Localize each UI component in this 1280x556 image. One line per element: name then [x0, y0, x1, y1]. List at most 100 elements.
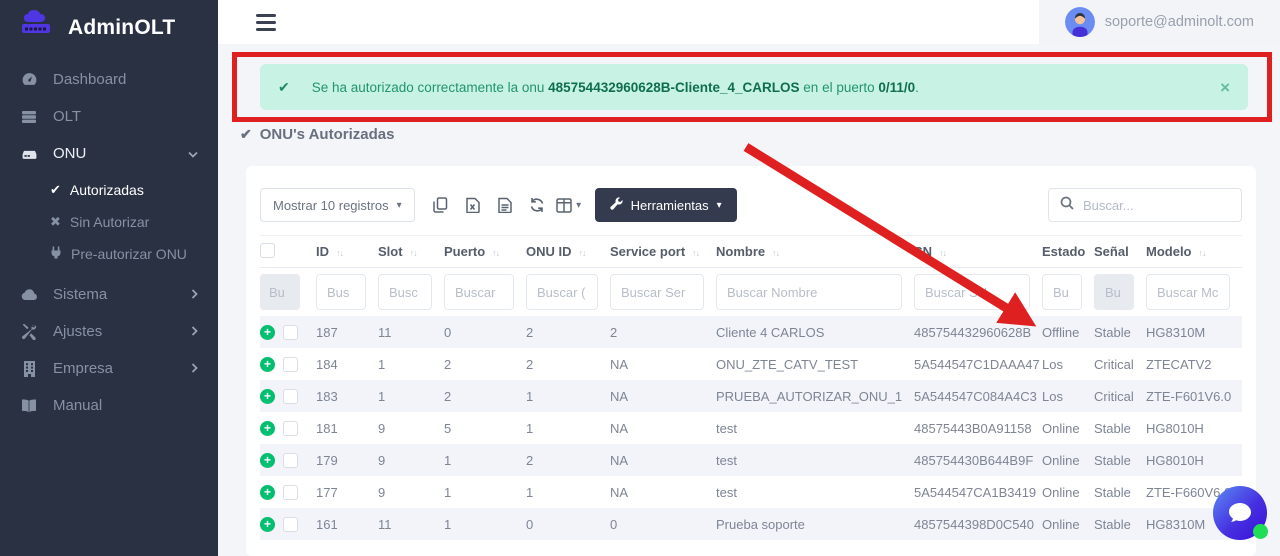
cell-estado: Online [1042, 444, 1094, 476]
cell-estado: Los [1042, 348, 1094, 380]
filter-puerto[interactable] [444, 274, 514, 310]
sidebar-item-dashboard[interactable]: Dashboard [0, 61, 218, 98]
refresh-icon[interactable] [521, 190, 553, 220]
header-sn[interactable]: SN↑↓ [914, 236, 1042, 268]
cell-slot: 11 [378, 316, 444, 348]
x-icon: ✖ [50, 214, 61, 230]
cell-modelo: HG8310M [1146, 316, 1242, 348]
row-add-button[interactable]: + [260, 453, 275, 468]
row-add-button[interactable]: + [260, 357, 275, 372]
header-service-port[interactable]: Service port↑↓ [610, 236, 716, 268]
table-row: +16111100Prueba soporte4857544398D0C540O… [260, 508, 1242, 540]
cell-puerto: 0 [444, 316, 526, 348]
sidebar-item-empresa[interactable]: Empresa [0, 350, 218, 387]
filter-slot[interactable] [378, 274, 432, 310]
user-menu[interactable]: soporte@adminolt.com [1039, 0, 1280, 44]
header-modelo[interactable]: Modelo↑↓ [1146, 236, 1242, 268]
sidebar-item-label: OLT [53, 108, 198, 125]
row-add-button[interactable]: + [260, 485, 275, 500]
table-search [1048, 188, 1242, 222]
row-checkbox[interactable] [283, 517, 298, 532]
filter-estado[interactable] [1042, 274, 1082, 310]
user-email: soporte@adminolt.com [1105, 14, 1254, 30]
cell-senal: Stable [1094, 476, 1146, 508]
sidebar-item-olt[interactable]: OLT [0, 98, 218, 135]
table-filter-row [260, 268, 1242, 317]
close-icon[interactable]: × [1220, 79, 1230, 96]
filter-sn[interactable] [914, 274, 1030, 310]
sidebar-item-label: Ajustes [53, 323, 176, 340]
cell-id: 181 [316, 412, 378, 444]
copy-icon[interactable] [425, 190, 457, 220]
cell-nombre: PRUEBA_AUTORIZAR_ONU_1 [716, 380, 914, 412]
cell-nombre: Cliente 4 CARLOS [716, 316, 914, 348]
row-checkbox[interactable] [283, 357, 298, 372]
cell-estado: Online [1042, 476, 1094, 508]
column-visibility-button[interactable]: ▾ [553, 190, 585, 220]
alert-onu-name: 485754432960628B-Cliente_4_CARLOS [548, 80, 799, 95]
sidebar-item-onu[interactable]: ONU [0, 135, 218, 172]
app-root: AdminOLT Dashboard OLT ONU [0, 0, 1280, 556]
sidebar-item-manual[interactable]: Manual [0, 387, 218, 424]
main-area: soporte@adminolt.com ✔ Se ha autorizado … [218, 0, 1280, 556]
filter-onu-id[interactable] [526, 274, 598, 310]
header-select [260, 236, 316, 268]
cell-service_port: NA [610, 412, 716, 444]
cell-estado: Online [1042, 508, 1094, 540]
row-add-button[interactable]: + [260, 421, 275, 436]
cell-nombre: ONU_ZTE_CATV_TEST [716, 348, 914, 380]
cell-puerto: 2 [444, 348, 526, 380]
header-estado[interactable]: Estado [1042, 236, 1094, 268]
cell-slot: 1 [378, 380, 444, 412]
row-checkbox[interactable] [283, 485, 298, 500]
excel-file-icon[interactable] [457, 190, 489, 220]
row-checkbox[interactable] [283, 325, 298, 340]
cell-onu_id: 1 [526, 476, 610, 508]
sidebar-item-sistema[interactable]: Sistema [0, 276, 218, 313]
onu-table: ID↑↓ Slot↑↓ Puerto↑↓ ONU ID↑↓ Service po… [260, 235, 1242, 540]
sidebar-item-label: Dashboard [53, 71, 198, 88]
show-entries-select[interactable]: Mostrar 10 registros ▾ [260, 188, 415, 222]
row-add-button[interactable]: + [260, 389, 275, 404]
sidebar-item-pre-autorizar[interactable]: Pre-autorizar ONU [0, 238, 218, 270]
header-nombre[interactable]: Nombre↑↓ [716, 236, 914, 268]
text-file-icon[interactable] [489, 190, 521, 220]
filter-modelo[interactable] [1146, 274, 1230, 310]
cell-modelo: HG8010H [1146, 412, 1242, 444]
row-select-cell: + [260, 348, 316, 380]
header-id[interactable]: ID↑↓ [316, 236, 378, 268]
filter-nombre[interactable] [716, 274, 902, 310]
cell-nombre: test [716, 476, 914, 508]
cell-id: 177 [316, 476, 378, 508]
content-area: ✔ Se ha autorizado correctamente la onu … [218, 44, 1280, 556]
cell-service_port: NA [610, 380, 716, 412]
menu-toggle-button[interactable] [256, 14, 276, 31]
filter-id[interactable] [316, 274, 366, 310]
row-select-cell: + [260, 412, 316, 444]
cell-sn: 485754430B644B9F [914, 444, 1042, 476]
caret-down-icon: ▾ [576, 200, 581, 211]
header-puerto[interactable]: Puerto↑↓ [444, 236, 526, 268]
select-all-checkbox[interactable] [260, 243, 275, 258]
header-onu-id[interactable]: ONU ID↑↓ [526, 236, 610, 268]
cell-service_port: NA [610, 348, 716, 380]
row-checkbox[interactable] [283, 389, 298, 404]
chevron-down-icon [188, 145, 198, 162]
row-checkbox[interactable] [283, 421, 298, 436]
row-add-button[interactable]: + [260, 325, 275, 340]
search-input[interactable] [1083, 198, 1230, 213]
cell-slot: 9 [378, 444, 444, 476]
chat-launcher-button[interactable] [1213, 486, 1267, 540]
header-senal[interactable]: Señal [1094, 236, 1146, 268]
sidebar-item-autorizadas[interactable]: ✔ Autorizadas [0, 174, 218, 206]
filter-service-port[interactable] [610, 274, 704, 310]
building-icon [20, 361, 38, 377]
row-add-button[interactable]: + [260, 517, 275, 532]
header-slot[interactable]: Slot↑↓ [378, 236, 444, 268]
row-checkbox[interactable] [283, 453, 298, 468]
tools-dropdown-button[interactable]: Herramientas ▾ [595, 188, 737, 222]
sidebar-item-sin-autorizar[interactable]: ✖ Sin Autorizar [0, 206, 218, 238]
table-card: Mostrar 10 registros ▾ [246, 166, 1256, 556]
tools-icon [20, 324, 38, 340]
sidebar-item-ajustes[interactable]: Ajustes [0, 313, 218, 350]
